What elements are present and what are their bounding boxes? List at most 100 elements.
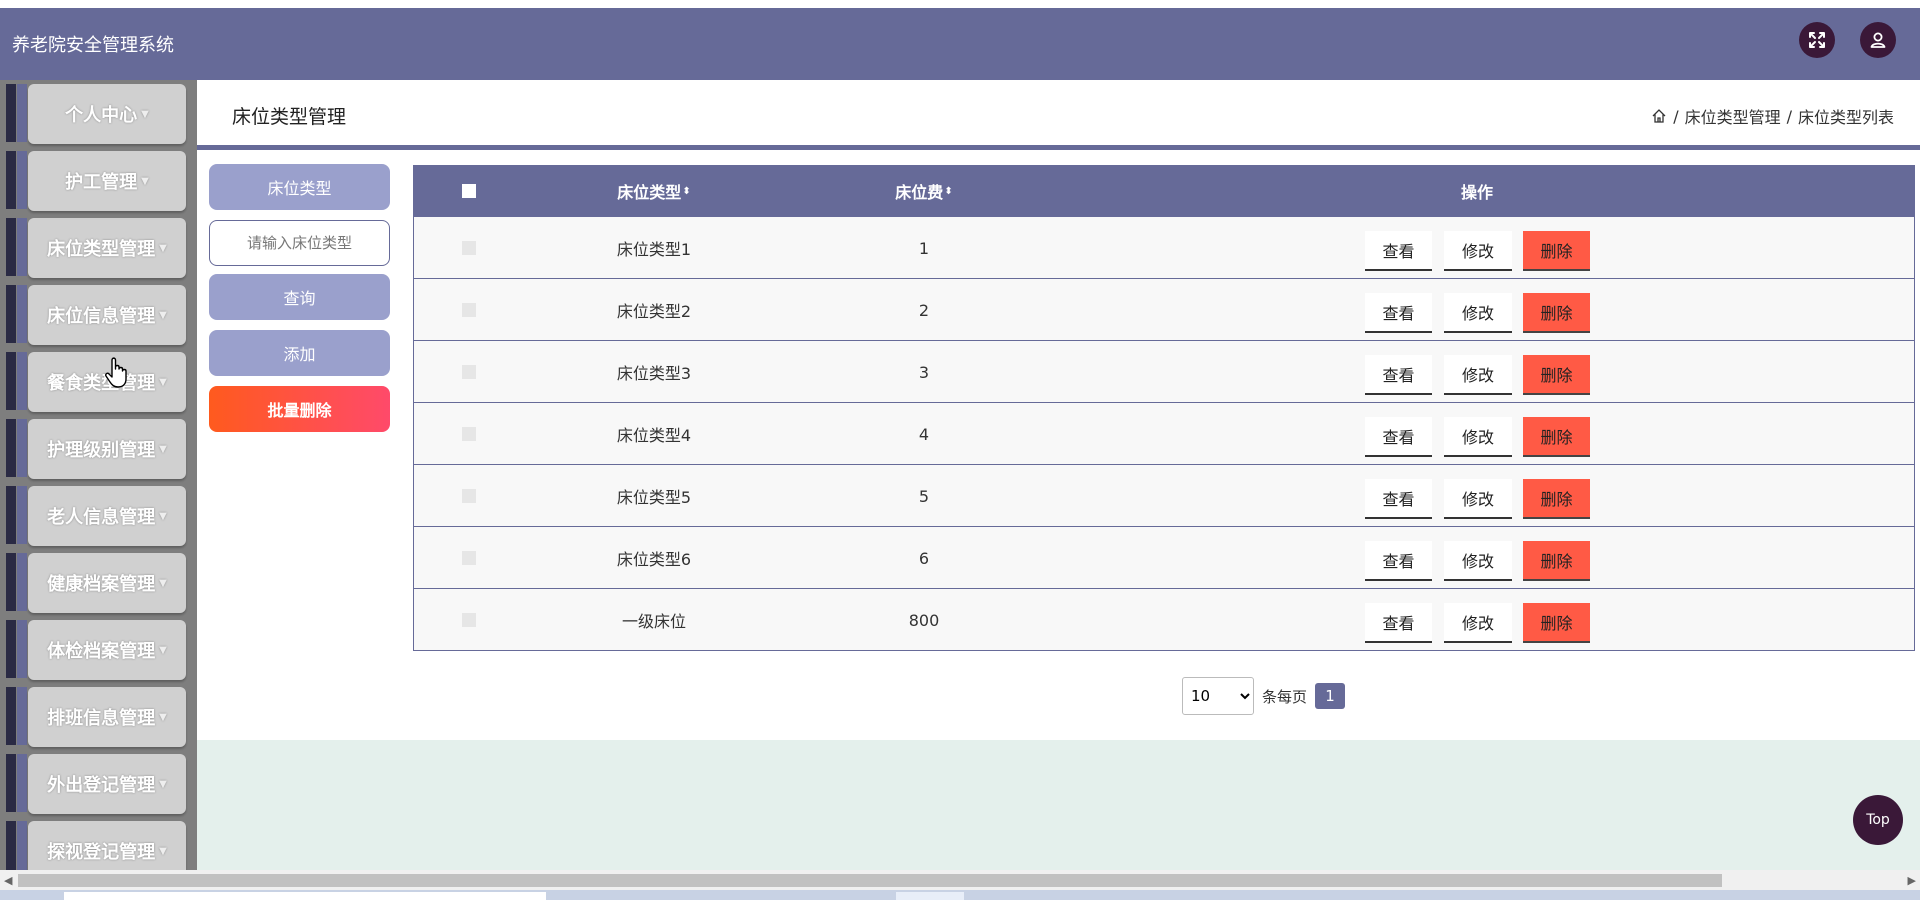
row-checkbox[interactable]	[462, 427, 476, 441]
sidebar-item-button[interactable]: 排班信息管理 ▼	[28, 687, 186, 747]
fullscreen-button[interactable]	[1799, 22, 1835, 58]
view-button[interactable]: 查看	[1365, 355, 1432, 395]
home-icon[interactable]	[1651, 108, 1667, 124]
table-row: 床位类型2 2 查看 修改 删除	[414, 278, 1914, 340]
row-checkbox[interactable]	[462, 613, 476, 627]
sidebar-item-button[interactable]: 床位类型管理 ▼	[28, 218, 186, 278]
row-checkbox-cell	[454, 465, 484, 527]
delete-button[interactable]: 删除	[1523, 231, 1590, 271]
delete-button[interactable]: 删除	[1523, 541, 1590, 581]
delete-button[interactable]: 删除	[1523, 417, 1590, 457]
sidebar-stripe	[6, 754, 16, 812]
row-checkbox[interactable]	[462, 303, 476, 317]
batch-delete-button[interactable]: 批量删除	[209, 386, 390, 432]
sidebar-item-label: 老人信息管理	[47, 507, 156, 528]
page-size-select[interactable]: 10	[1182, 677, 1254, 715]
delete-button[interactable]: 删除	[1523, 479, 1590, 519]
taskbar-tab[interactable]	[64, 892, 546, 900]
caret-down-icon: ▼	[159, 644, 167, 656]
sidebar-item-bed-type[interactable]: 床位类型管理 ▼	[0, 214, 197, 281]
edit-button[interactable]: 修改	[1444, 479, 1512, 519]
sidebar-item-button[interactable]: 体检档案管理 ▼	[28, 620, 186, 680]
scrollbar-thumb[interactable]	[18, 874, 1722, 887]
select-all-checkbox[interactable]	[462, 184, 476, 198]
cell-bed-type: 床位类型5	[616, 488, 692, 507]
sidebar-stripe	[6, 687, 16, 745]
sidebar-item-label: 健康档案管理	[47, 574, 156, 595]
header-bed-type[interactable]: 床位类型 ⬍	[594, 166, 714, 216]
edit-button[interactable]: 修改	[1444, 417, 1512, 457]
delete-button[interactable]: 删除	[1523, 603, 1590, 643]
sidebar-item-button[interactable]: 个人中心 ▼	[28, 84, 186, 144]
sort-icon: ⬍	[944, 185, 953, 197]
sidebar-item-button[interactable]: 探视登记管理 ▼	[28, 821, 186, 870]
sidebar-item-button[interactable]: 健康档案管理 ▼	[28, 553, 186, 613]
breadcrumb-item[interactable]: 床位类型管理	[1685, 104, 1781, 128]
sidebar-stripe	[17, 419, 27, 477]
view-button[interactable]: 查看	[1365, 417, 1432, 457]
edit-button[interactable]: 修改	[1444, 603, 1512, 643]
caret-down-icon: ▼	[159, 711, 167, 723]
sidebar-item-button[interactable]: 床位信息管理 ▼	[28, 285, 186, 345]
row-checkbox-cell	[454, 589, 484, 651]
user-button[interactable]	[1860, 22, 1896, 58]
cell-bed-fee: 800	[908, 610, 940, 630]
sidebar-item-bed-info[interactable]: 床位信息管理 ▼	[0, 281, 197, 348]
add-button[interactable]: 添加	[209, 330, 390, 376]
sidebar-item-caregiver[interactable]: 护工管理 ▼	[0, 147, 197, 214]
bed-type-search-input[interactable]	[209, 220, 390, 266]
delete-button[interactable]: 删除	[1523, 293, 1590, 333]
query-button[interactable]: 查询	[209, 274, 390, 320]
page-number-current[interactable]: 1	[1315, 683, 1346, 709]
sidebar-item-elderly-info[interactable]: 老人信息管理 ▼	[0, 482, 197, 549]
table-row: 床位类型5 5 查看 修改 删除	[414, 464, 1914, 526]
sidebar-item-button[interactable]: 护工管理 ▼	[28, 151, 186, 211]
breadcrumb-separator: /	[1786, 106, 1792, 126]
edit-button[interactable]: 修改	[1444, 355, 1512, 395]
header-bed-fee[interactable]: 床位费 ⬍	[864, 166, 984, 216]
horizontal-scrollbar[interactable]: ◀ ▶	[0, 870, 1920, 890]
edit-button[interactable]: 修改	[1444, 293, 1512, 333]
caret-down-icon: ▼	[159, 309, 167, 321]
taskbar-tab[interactable]	[896, 892, 964, 900]
sidebar-stripe	[6, 285, 16, 343]
sidebar-item-button[interactable]: 老人信息管理 ▼	[28, 486, 186, 546]
sidebar-item-meal-type[interactable]: 餐食类型管理 ▼	[0, 348, 197, 415]
sidebar-item-button[interactable]: 护理级别管理 ▼	[28, 419, 186, 479]
edit-button[interactable]: 修改	[1444, 231, 1512, 271]
view-button[interactable]: 查看	[1365, 231, 1432, 271]
scroll-left-icon[interactable]: ◀	[4, 874, 12, 887]
view-button[interactable]: 查看	[1365, 603, 1432, 643]
table-row: 一级床位 800 查看 修改 删除	[414, 588, 1914, 650]
view-button[interactable]: 查看	[1365, 293, 1432, 333]
sidebar-item-label: 餐食类型管理	[47, 373, 156, 394]
scroll-right-icon[interactable]: ▶	[1908, 874, 1916, 887]
table-row: 床位类型3 3 查看 修改 删除	[414, 340, 1914, 402]
sidebar-item-personal-center[interactable]: 个人中心 ▼	[0, 80, 197, 147]
sidebar-stripe	[6, 821, 16, 870]
sidebar-stripe	[6, 352, 16, 410]
pagination: 10 条每页 1	[1182, 677, 1346, 715]
sidebar-item-health-record[interactable]: 健康档案管理 ▼	[0, 549, 197, 616]
sidebar-item-outing[interactable]: 外出登记管理 ▼	[0, 750, 197, 817]
breadcrumb-separator: /	[1673, 106, 1679, 126]
search-field-label: 床位类型	[209, 164, 390, 210]
page-header: 床位类型管理 / 床位类型管理 / 床位类型列表	[197, 80, 1920, 150]
table-row: 床位类型1 1 查看 修改 删除	[414, 216, 1914, 278]
row-checkbox[interactable]	[462, 551, 476, 565]
row-checkbox[interactable]	[462, 489, 476, 503]
back-to-top-button[interactable]: Top	[1853, 795, 1903, 845]
per-page-label: 条每页	[1262, 687, 1308, 706]
sidebar-item-visit[interactable]: 探视登记管理 ▼	[0, 817, 197, 870]
sidebar-item-button[interactable]: 外出登记管理 ▼	[28, 754, 186, 814]
sidebar-item-care-level[interactable]: 护理级别管理 ▼	[0, 415, 197, 482]
view-button[interactable]: 查看	[1365, 479, 1432, 519]
row-checkbox[interactable]	[462, 241, 476, 255]
sidebar-item-checkup-record[interactable]: 体检档案管理 ▼	[0, 616, 197, 683]
sidebar-stripe	[17, 821, 27, 870]
sidebar-item-schedule[interactable]: 排班信息管理 ▼	[0, 683, 197, 750]
delete-button[interactable]: 删除	[1523, 355, 1590, 395]
edit-button[interactable]: 修改	[1444, 541, 1512, 581]
row-checkbox[interactable]	[462, 365, 476, 379]
view-button[interactable]: 查看	[1365, 541, 1432, 581]
